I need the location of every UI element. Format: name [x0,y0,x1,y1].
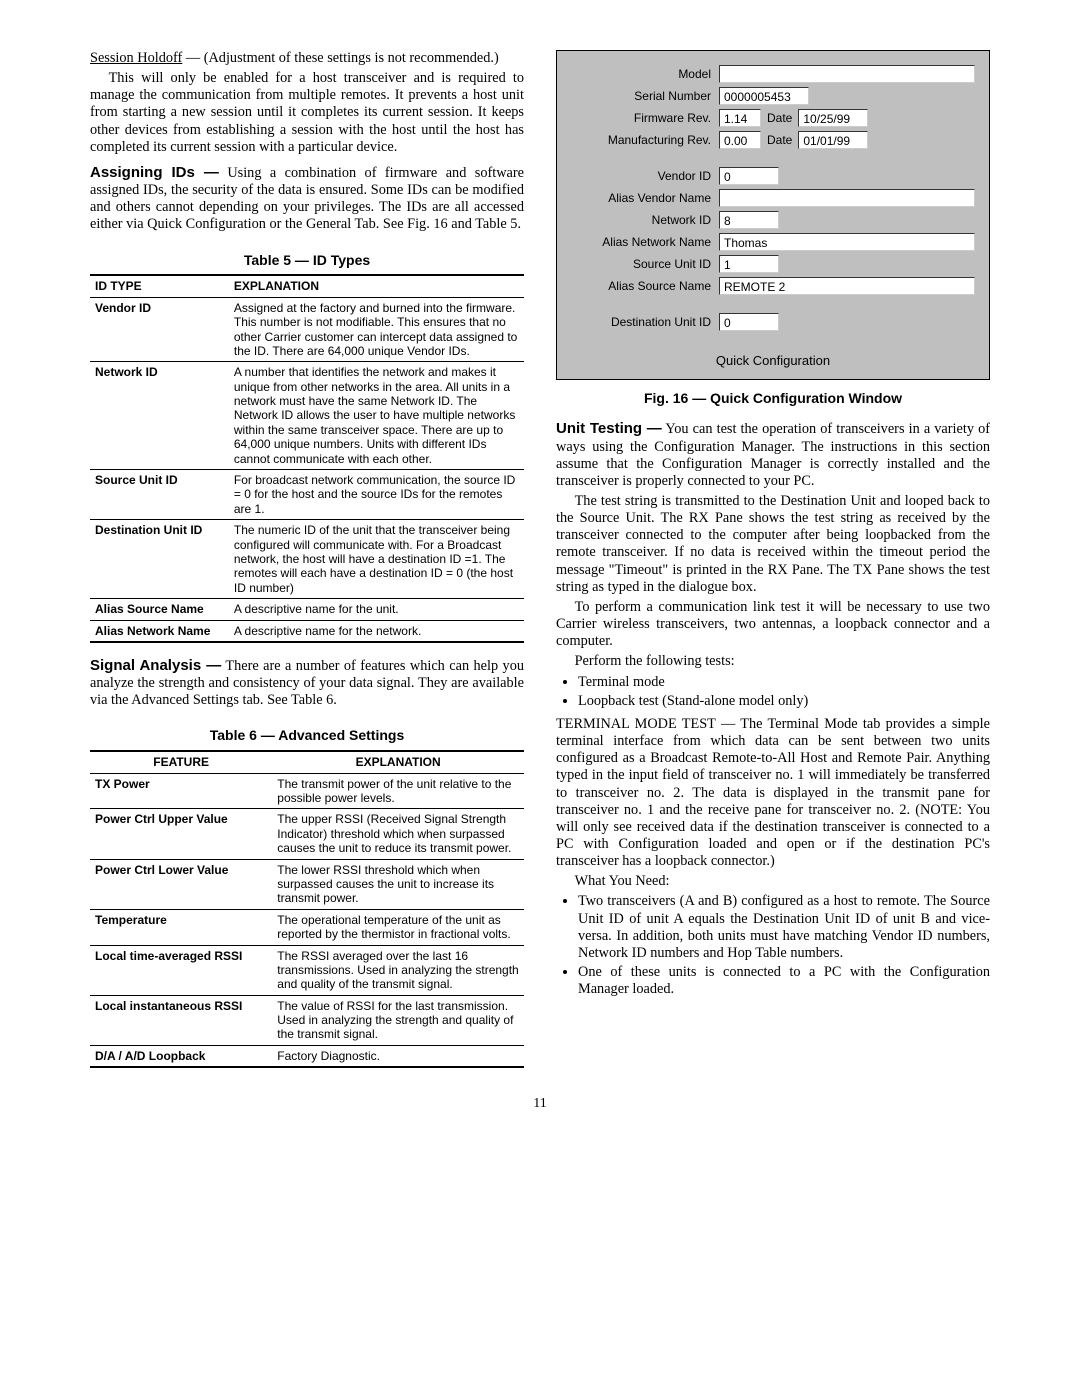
serial-field[interactable]: 0000005453 [719,87,809,105]
source-id-label: Source Unit ID [571,257,719,271]
unit-testing-heading: Unit Testing — [556,420,662,437]
serial-label: Serial Number [571,89,719,103]
table5: ID TYPE EXPLANATION Vendor IDAssigned at… [90,274,524,643]
unit-testing-p2: The test string is transmitted to the De… [556,493,990,596]
table-row: Local time-averaged RSSIThe RSSI average… [90,945,524,995]
terminal-mode-label: TERMINAL MODE TEST [556,716,716,732]
list-item: Two transceivers (A and B) configured as… [578,893,990,962]
table6-header: FEATURE EXPLANATION [90,751,524,773]
alias-network-label: Alias Network Name [571,235,719,249]
table-row: TemperatureThe operational temperature o… [90,909,524,945]
table6-title: Table 6 — Advanced Settings [90,727,524,744]
mfg-field[interactable]: 0.00 [719,131,761,149]
vendor-id-field[interactable]: 0 [719,167,779,185]
table-row: Power Ctrl Upper ValueThe upper RSSI (Re… [90,809,524,859]
mfg-date-field[interactable]: 01/01/99 [798,131,868,149]
mfg-date-label: Date [761,133,798,147]
dest-id-field[interactable]: 0 [719,313,779,331]
table5-h2: EXPLANATION [229,275,524,297]
table-row: D/A / A/D LoopbackFactory Diagnostic. [90,1045,524,1067]
table6: FEATURE EXPLANATION TX PowerThe transmit… [90,750,524,1068]
terminal-mode-para: TERMINAL MODE TEST — The Terminal Mode t… [556,716,990,870]
table6-h1: FEATURE [90,751,272,773]
signal-analysis-para: Signal Analysis — There are a number of … [90,657,524,709]
table-row: Vendor IDAssigned at the factory and bur… [90,297,524,362]
session-holdoff-para: Session Holdoff — (Adjustment of these s… [90,50,524,67]
firmware-label: Firmware Rev. [571,111,719,125]
table-row: Destination Unit IDThe numeric ID of the… [90,520,524,599]
signal-analysis-heading: Signal Analysis — [90,657,221,674]
table-row: Network IDA number that identifies the n… [90,362,524,470]
what-you-need-label: What You Need: [556,873,990,890]
table-row: TX PowerThe transmit power of the unit r… [90,773,524,809]
alias-network-field[interactable]: Thomas [719,233,975,251]
alias-vendor-field[interactable] [719,189,975,207]
dest-id-label: Destination Unit ID [571,315,719,329]
tests-list: Terminal mode Loopback test (Stand-alone… [556,674,990,710]
table5-title: Table 5 — ID Types [90,252,524,269]
table-row: Local instantaneous RSSIThe value of RSS… [90,995,524,1045]
table6-h2: EXPLANATION [272,751,524,773]
needs-list: Two transceivers (A and B) configured as… [556,893,990,998]
session-holdoff-tail: — (Adjustment of these settings is not r… [182,50,498,66]
alias-vendor-label: Alias Vendor Name [571,191,719,205]
page-number: 11 [90,1096,990,1113]
assigning-ids-para: Assigning IDs — Using a combination of f… [90,164,524,234]
session-holdoff-desc: This will only be enabled for a host tra… [90,70,524,156]
session-holdoff-label: Session Holdoff [90,50,182,66]
terminal-mode-body: — The Terminal Mode tab provides a simpl… [556,716,990,869]
mfg-label: Manufacturing Rev. [571,133,719,147]
unit-testing-para: Unit Testing — You can test the operatio… [556,420,990,490]
source-id-field[interactable]: 1 [719,255,779,273]
list-item: Loopback test (Stand-alone model only) [578,693,990,710]
firmware-date-field[interactable]: 10/25/99 [798,109,868,127]
alias-source-label: Alias Source Name [571,279,719,293]
table-row: Source Unit IDFor broadcast network comm… [90,470,524,520]
network-id-field[interactable]: 8 [719,211,779,229]
alias-source-field[interactable]: REMOTE 2 [719,277,975,295]
perform-tests-label: Perform the following tests: [556,653,990,670]
firmware-field[interactable]: 1.14 [719,109,761,127]
firmware-date-label: Date [761,111,798,125]
assigning-ids-heading: Assigning IDs — [90,164,219,181]
quick-config-label: Quick Configuration [571,353,975,369]
table-row: Power Ctrl Lower ValueThe lower RSSI thr… [90,859,524,909]
model-field[interactable] [719,65,975,83]
vendor-id-label: Vendor ID [571,169,719,183]
list-item: Terminal mode [578,674,990,691]
table5-header: ID TYPE EXPLANATION [90,275,524,297]
network-id-label: Network ID [571,213,719,227]
table5-h1: ID TYPE [90,275,229,297]
quick-config-window: Model Serial Number 0000005453 Firmware … [556,50,990,380]
table-row: Alias Source NameA descriptive name for … [90,599,524,620]
unit-testing-p3: To perform a communication link test it … [556,599,990,650]
list-item: One of these units is connected to a PC … [578,964,990,998]
fig16-caption: Fig. 16 — Quick Configuration Window [556,390,990,407]
model-label: Model [571,67,719,81]
table-row: Alias Network NameA descriptive name for… [90,620,524,642]
